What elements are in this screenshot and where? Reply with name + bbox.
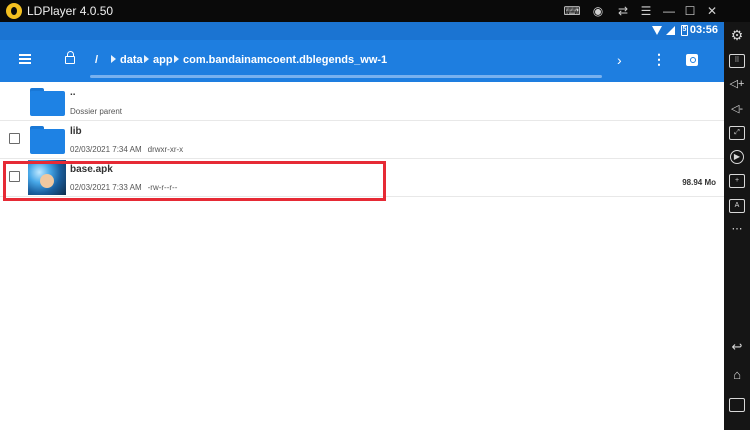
account-icon[interactable]: ◉ [587, 0, 609, 22]
status-bar: 5 03:56 [0, 22, 724, 40]
maximize-icon[interactable]: ☐ [679, 0, 701, 22]
apk-thumbnail-icon [28, 160, 66, 195]
file-subtitle: Dossier parent [70, 107, 123, 116]
volume-up-icon[interactable]: ◁+ [729, 77, 745, 91]
recent-apps-icon[interactable] [729, 398, 745, 412]
select-checkbox[interactable] [9, 133, 20, 144]
breadcrumb-separator-icon [174, 55, 179, 63]
signal-icon [666, 25, 676, 37]
lock-icon[interactable] [65, 51, 75, 64]
battery-icon: 5 [681, 25, 688, 36]
fullscreen-icon[interactable]: ⤢ [729, 126, 745, 140]
breadcrumb-app[interactable]: app [153, 54, 173, 66]
volume-down-icon[interactable]: ◁- [729, 102, 745, 116]
breadcrumb-root[interactable]: / [95, 54, 98, 66]
list-item-base-apk[interactable]: base.apk 02/03/2021 7:33 AM -rw-r--r-- 98… [0, 159, 724, 197]
menu-icon[interactable]: ☰ [635, 0, 657, 22]
overflow-menu-icon[interactable]: ⋮ [652, 52, 666, 66]
minimize-icon[interactable]: — [658, 0, 680, 22]
chevron-right-icon[interactable]: › [617, 52, 622, 68]
more-icon[interactable]: ⋯ [729, 222, 745, 236]
select-checkbox[interactable] [9, 171, 20, 182]
sync-icon[interactable]: ⇄ [612, 0, 634, 22]
wifi-icon [652, 25, 662, 37]
emulator-sidebar: ⚙ ⠿ ◁+ ◁- ⤢ ▶ + A ⋯ ↩ ⌂ [724, 22, 750, 430]
file-permissions: -rw-r--r-- [147, 183, 178, 192]
file-meta: 02/03/2021 7:33 AM -rw-r--r-- [70, 183, 177, 192]
back-icon[interactable]: ↩ [729, 340, 745, 354]
emulator-title-bar: LDPlayer 4.0.50 ⌨ ◉ ⇄ ☰ — ☐ ✕ [0, 0, 750, 22]
apk-install-icon[interactable]: A [729, 199, 745, 213]
ldplayer-logo-icon [6, 3, 22, 19]
list-item-parent-folder[interactable]: .. Dossier parent [0, 83, 724, 121]
file-meta: 02/03/2021 7:34 AM drwxr-xr-x [70, 145, 183, 154]
file-name: .. [70, 87, 76, 98]
file-date: 02/03/2021 7:34 AM [70, 145, 142, 154]
folder-icon [30, 88, 65, 116]
close-icon[interactable]: ✕ [701, 0, 723, 22]
record-icon[interactable]: ▶ [730, 150, 744, 164]
file-name: base.apk [70, 164, 113, 175]
settings-gear-icon[interactable]: ⚙ [729, 28, 745, 42]
breadcrumb-package[interactable]: com.bandainamcoent.dblegends_ww-1 [183, 54, 387, 66]
add-apk-icon[interactable]: + [729, 174, 745, 188]
breadcrumb-separator-icon [144, 55, 149, 63]
search-icon[interactable] [686, 54, 698, 66]
window-title: LDPlayer 4.0.50 [27, 4, 114, 18]
android-screen: 5 03:56 / data app com.bandainamcoent.db… [0, 22, 724, 430]
keyboard-icon[interactable]: ⠿ [729, 54, 745, 68]
file-size: 98.94 Mo [682, 178, 716, 187]
breadcrumb-separator-icon [111, 55, 116, 63]
status-time: 03:56 [689, 24, 718, 36]
hamburger-menu-icon[interactable] [19, 54, 33, 65]
breadcrumb-scroll-indicator [90, 75, 602, 78]
gamepad-icon[interactable]: ⌨ [561, 0, 583, 22]
breadcrumb-data[interactable]: data [120, 54, 143, 66]
file-name: lib [70, 126, 82, 137]
app-bar: / data app com.bandainamcoent.dblegends_… [0, 40, 724, 82]
list-item-lib[interactable]: lib 02/03/2021 7:34 AM drwxr-xr-x [0, 121, 724, 159]
home-icon[interactable]: ⌂ [729, 368, 745, 382]
file-date: 02/03/2021 7:33 AM [70, 183, 142, 192]
file-permissions: drwxr-xr-x [147, 145, 184, 154]
folder-icon [30, 126, 65, 154]
